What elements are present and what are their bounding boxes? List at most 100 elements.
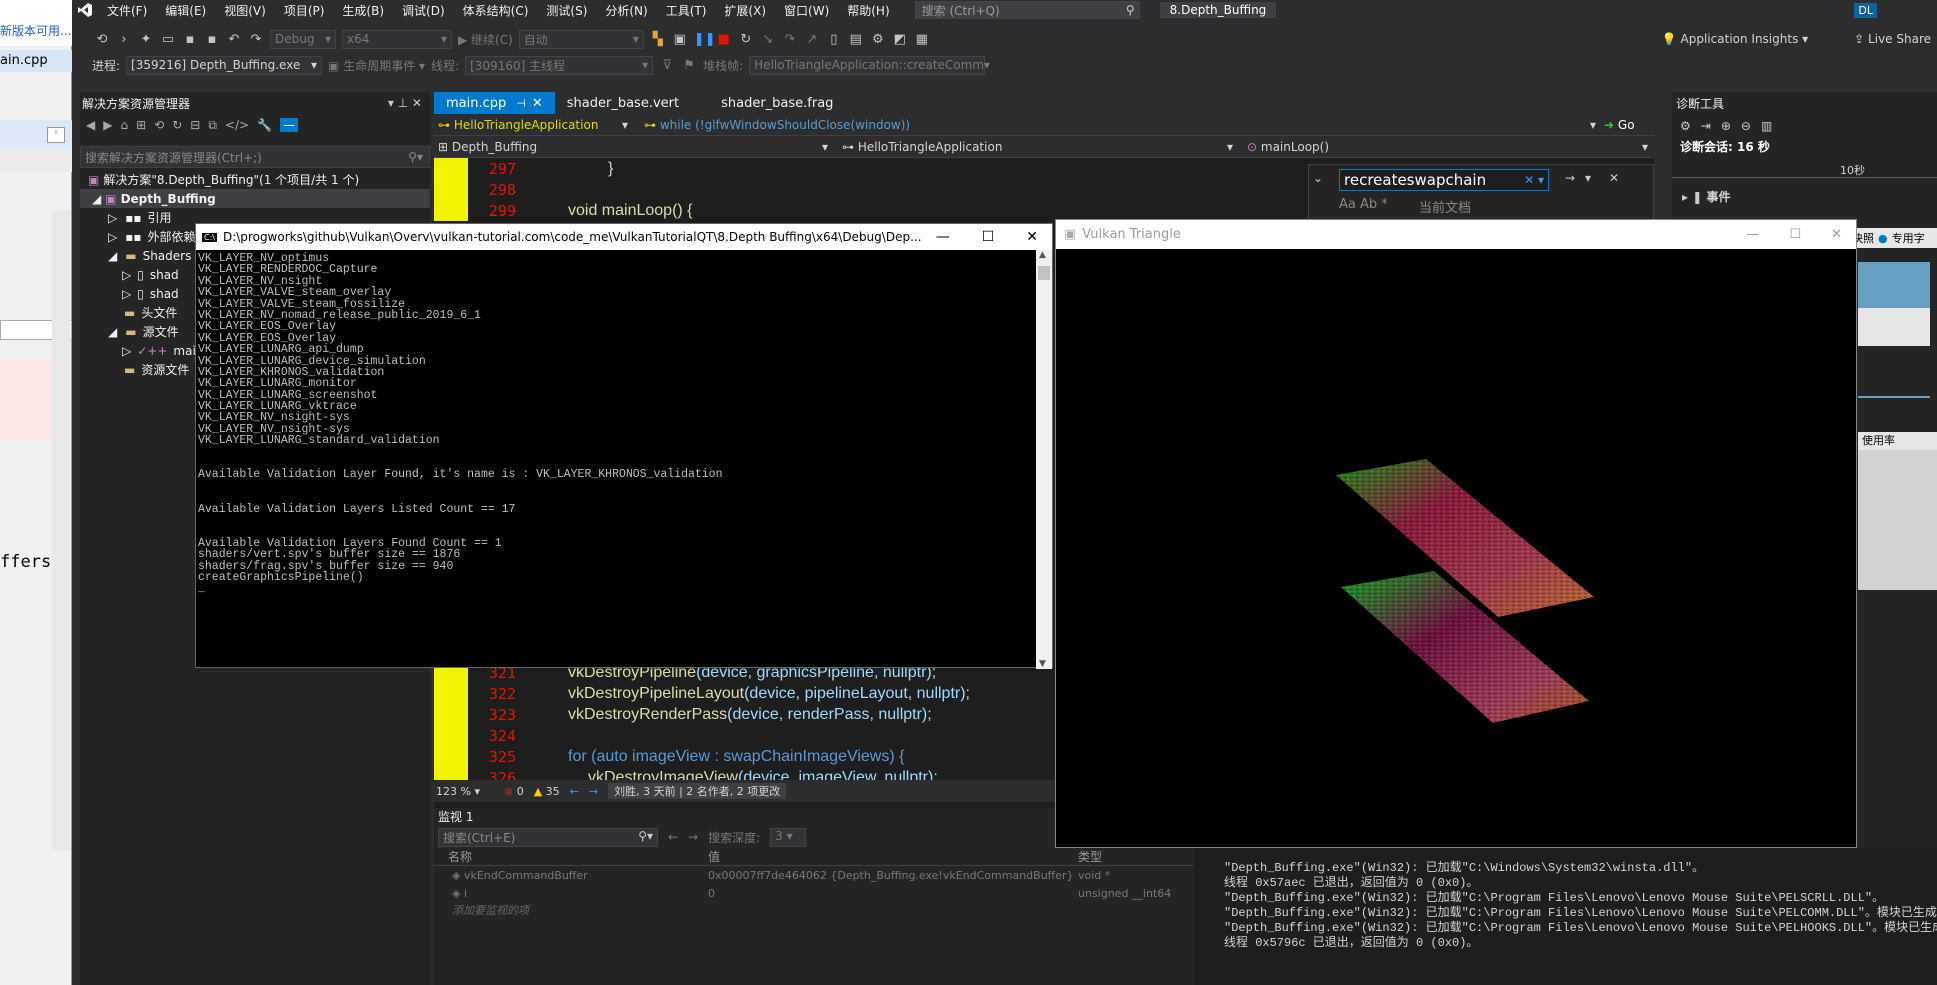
auto-select[interactable]: 自动 ▾ [518, 29, 644, 49]
reset-view-icon[interactable]: ▥ [1761, 119, 1772, 133]
timeline-ruler[interactable]: 10秒 [1672, 160, 1937, 178]
process-select[interactable]: [359216] Depth_Buffing.exe ▾ [126, 55, 323, 75]
user-avatar[interactable]: DL [1854, 2, 1877, 18]
step-out-icon[interactable]: ↗ [804, 32, 820, 47]
undo-icon[interactable]: ↶ [226, 32, 242, 47]
filter-icon[interactable]: ⊽ [659, 58, 675, 73]
console-titlebar[interactable]: C:\ D:\progworks\github\Vulkan\Overv\vul… [196, 224, 1052, 250]
screenshot-icon[interactable]: ▣ [672, 32, 688, 47]
nav-forward-icon[interactable]: → [589, 785, 598, 798]
find-scope[interactable]: 当前文档 [1419, 197, 1471, 216]
menu-file[interactable]: 文件(F) [98, 2, 156, 19]
table-row[interactable]: ◈ i 0 unsigned __int64 [434, 884, 1194, 902]
history-icon[interactable]: ⟲ [154, 118, 164, 132]
vulkan-window[interactable]: ▣ Vulkan Triangle — ☐ ✕ [1055, 219, 1857, 848]
depth-select[interactable]: 3 ▾ [770, 827, 807, 847]
pin-icon[interactable]: ⊣ [516, 97, 526, 110]
find-input[interactable]: recreateswapchain ✕ ▾ [1339, 169, 1549, 191]
continue-button[interactable]: ▶ 继续(C) [458, 31, 513, 48]
breakpoint-gutter[interactable] [434, 179, 468, 200]
open-icon[interactable]: ▭ [160, 32, 176, 47]
home-icon[interactable]: ⌂ [120, 118, 128, 132]
collapse-arrow-icon[interactable]: ▷ [122, 268, 131, 282]
codelens-info[interactable]: 刘胜, 3 天前 | 2 名作者, 2 项更改 [608, 783, 787, 799]
go-button[interactable]: ➜ Go [1604, 118, 1654, 132]
error-count[interactable]: ⊗ 0 [504, 785, 524, 798]
forward-icon[interactable]: › [116, 32, 132, 47]
collapse-icon[interactable]: ⊟ [190, 118, 200, 132]
nav-class-select[interactable]: ⊶ HelloTriangleApplication ▾ [434, 118, 634, 132]
menu-view[interactable]: 视图(V) [215, 2, 275, 19]
tab-main-cpp[interactable]: main.cpp ⊣ ✕ [434, 92, 555, 114]
pin-icon[interactable]: ▾ ⊥ ✕ [388, 96, 430, 110]
column-name[interactable]: 名称 [448, 848, 708, 865]
clear-icon[interactable]: ✕ ▾ [1524, 173, 1544, 187]
menu-architecture[interactable]: 体系结构(C) [454, 2, 538, 19]
app-insights-button[interactable]: 💡 Application Insights ▾ [1662, 32, 1808, 46]
stack-frame-select[interactable]: HelloTriangleApplication::createComm ▾ [749, 55, 990, 75]
minimize-icon[interactable]: — [1746, 227, 1759, 242]
chevron-down-icon[interactable]: ▾ [47, 127, 65, 143]
collapse-arrow-icon[interactable]: ▷ [108, 211, 117, 225]
save-icon[interactable]: ▪ [182, 32, 198, 47]
forward-icon[interactable]: ▶ [103, 118, 112, 132]
switch-view-icon[interactable]: ⊞ [136, 118, 146, 132]
menu-build[interactable]: 生成(B) [333, 2, 393, 19]
breakpoint-gutter[interactable] [434, 683, 468, 704]
update-banner[interactable]: 新版本可用... [0, 22, 71, 39]
nav-scope-select[interactable]: ⊶ HelloTriangleApplication ▾ [834, 140, 1239, 154]
find-next-icon[interactable]: → [1565, 171, 1575, 185]
close-icon[interactable]: ✕ [1609, 171, 1619, 185]
layout-icon[interactable]: ▦ [914, 32, 930, 47]
warning-count[interactable]: ▲ 35 [534, 785, 560, 798]
background-tab[interactable]: ain.cpp [0, 50, 72, 72]
tools-icon[interactable]: ⚙ [870, 32, 886, 47]
breakpoint-gutter[interactable] [434, 200, 468, 221]
scroll-thumb[interactable] [1038, 266, 1050, 280]
nav-while-select[interactable]: ⊶ while (!glfwWindowShouldClose(window))… [634, 118, 1604, 132]
code-icon[interactable]: </> [225, 118, 249, 132]
breakpoint-gutter[interactable] [434, 746, 468, 767]
step-into-icon[interactable]: ↘ [760, 32, 776, 47]
console-window[interactable]: C:\ D:\progworks\github\Vulkan\Overv\vul… [195, 223, 1053, 669]
menu-test[interactable]: 测试(S) [537, 2, 596, 19]
zoom-select[interactable]: 123 % ▾ [436, 785, 480, 798]
tab-shader-vert[interactable]: shader_base.vert [555, 92, 691, 114]
flag-icon[interactable]: ⚑ [681, 58, 697, 73]
copy-icon[interactable]: ⧉ [208, 118, 217, 133]
redo-icon[interactable]: ↷ [248, 32, 264, 47]
solution-search-input[interactable]: 搜索解决方案资源管理器(Ctrl+;) ⚲▾ [80, 146, 430, 168]
close-icon[interactable]: ✕ [532, 96, 543, 111]
menu-analyze[interactable]: 分析(N) [596, 2, 656, 19]
step-over-icon[interactable]: ↷ [782, 32, 798, 47]
nav-back-icon[interactable]: ← [668, 830, 678, 844]
background-scrollbar[interactable] [52, 210, 70, 850]
back-icon[interactable]: ◀ [86, 118, 95, 132]
nav-back-icon[interactable]: ← [570, 785, 579, 798]
live-share-button[interactable]: ⇪ Live Share [1854, 32, 1931, 46]
menu-extensions[interactable]: 扩展(X) [715, 2, 775, 19]
find-options-icon[interactable]: ▾ [1585, 171, 1591, 185]
collapse-arrow-icon[interactable]: ▷ [122, 344, 131, 358]
scroll-down-icon[interactable]: ▼ [1039, 659, 1046, 669]
column-type[interactable]: 类型 [1078, 848, 1102, 865]
comment-icon[interactable]: ▤ [848, 32, 864, 47]
tree-item-solution[interactable]: ▣ 解决方案"8.Depth_Buffing"(1 个项目/共 1 个) [80, 170, 430, 189]
menu-window[interactable]: 窗口(W) [775, 2, 838, 19]
lifecycle-events-button[interactable]: ▣ 生命周期事件 ▾ [328, 57, 425, 74]
breakpoint-gutter[interactable] [434, 158, 468, 179]
tree-item-project[interactable]: ◢ ▣ Depth_Buffing [80, 189, 430, 208]
match-options[interactable]: Aa Ab * [1339, 197, 1388, 212]
minimize-icon[interactable]: — [936, 229, 950, 245]
preview-icon[interactable]: — [280, 118, 299, 132]
collapse-arrow-icon[interactable]: ▷ [108, 230, 117, 244]
maximize-icon[interactable]: ☐ [1789, 227, 1801, 242]
menu-project[interactable]: 项目(P) [275, 2, 334, 19]
collapse-arrow-icon[interactable]: ▷ [122, 287, 131, 301]
table-row[interactable]: ◈ vkEndCommandBuffer 0x00007ff7de464062 … [434, 866, 1194, 884]
tab-shader-frag[interactable]: shader_base.frag [709, 92, 845, 114]
gear-icon[interactable]: ⚙ [1680, 119, 1691, 133]
thread-select[interactable]: [309160] 主线程 ▾ [465, 55, 654, 75]
global-search-input[interactable]: 搜索 (Ctrl+Q) ⚲ [914, 1, 1140, 19]
back-icon[interactable]: ⟲ [94, 32, 110, 47]
